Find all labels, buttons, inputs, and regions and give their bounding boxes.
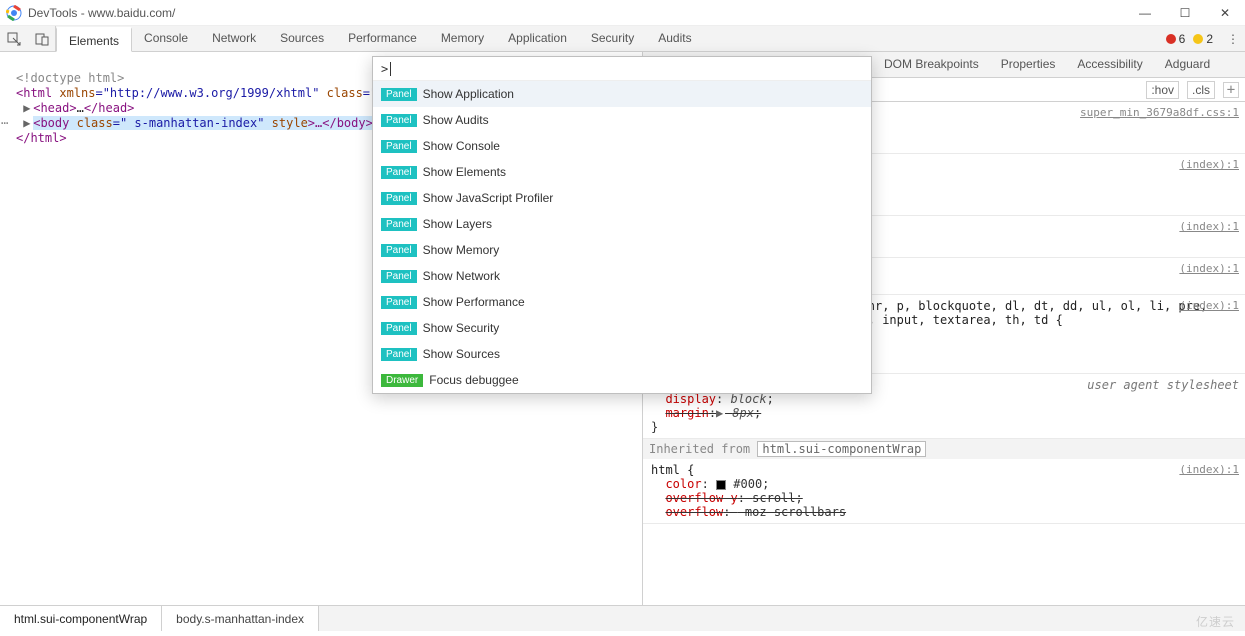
source-link[interactable]: (index):1 xyxy=(1179,220,1239,233)
dom-doctype: <!doctype html> xyxy=(16,71,124,85)
palette-row[interactable]: PanelShow Layers xyxy=(373,211,871,237)
source-link[interactable]: (index):1 xyxy=(1179,158,1239,171)
error-count[interactable]: 6 xyxy=(1166,32,1186,46)
palette-row[interactable]: PanelShow Sources xyxy=(373,341,871,367)
breadcrumb-item[interactable]: html.sui-componentWrap xyxy=(0,606,162,631)
close-button[interactable]: ✕ xyxy=(1205,0,1245,26)
tab-application[interactable]: Application xyxy=(496,26,579,51)
device-toolbar-icon[interactable] xyxy=(28,26,56,52)
title-bar: DevTools - www.baidu.com/ — ☐ ✕ xyxy=(0,0,1245,26)
palette-row[interactable]: PanelShow Network xyxy=(373,263,871,289)
source-link[interactable]: (index):1 xyxy=(1179,262,1239,275)
cls-toggle[interactable]: .cls xyxy=(1187,81,1215,99)
command-input[interactable]: > xyxy=(373,57,871,81)
tab-elements[interactable]: Elements xyxy=(56,27,132,52)
palette-row[interactable]: PanelShow Security xyxy=(373,315,871,341)
hov-toggle[interactable]: :hov xyxy=(1146,81,1179,99)
expand-icon[interactable]: ▶ xyxy=(23,101,31,116)
dom-close-html: </html> xyxy=(16,131,67,145)
user-agent-label: user agent stylesheet xyxy=(1087,378,1239,392)
main-tab-bar: Elements Console Network Sources Perform… xyxy=(0,26,1245,52)
inspect-element-icon[interactable] xyxy=(0,26,28,52)
palette-row[interactable]: PanelShow JavaScript Profiler xyxy=(373,185,871,211)
new-style-rule-button[interactable]: + xyxy=(1223,82,1239,98)
selected-dom-node[interactable]: <body class=" s-manhattan-index" style>…… xyxy=(33,116,373,130)
palette-row[interactable]: PanelShow Elements xyxy=(373,159,871,185)
inherited-from: Inherited from html.sui-componentWrap xyxy=(643,439,1245,459)
source-link[interactable]: super_min_3679a8df.css:1 xyxy=(1080,106,1239,119)
maximize-button[interactable]: ☐ xyxy=(1165,0,1205,26)
tab-console[interactable]: Console xyxy=(132,26,200,51)
more-icon[interactable]: ⋮ xyxy=(1221,26,1245,52)
source-link[interactable]: (index):1 xyxy=(1179,463,1239,476)
palette-row[interactable]: PanelShow Audits xyxy=(373,107,871,133)
tab-network[interactable]: Network xyxy=(200,26,268,51)
palette-row[interactable]: PanelShow Memory xyxy=(373,237,871,263)
tab-accessibility[interactable]: Accessibility xyxy=(1066,52,1153,77)
palette-row[interactable]: DrawerFocus debuggee xyxy=(373,367,871,393)
minimize-button[interactable]: — xyxy=(1125,0,1165,26)
expand-icon[interactable]: ▶ xyxy=(23,116,31,131)
palette-row[interactable]: PanelShow Console xyxy=(373,133,871,159)
color-swatch[interactable] xyxy=(716,480,726,490)
tab-security[interactable]: Security xyxy=(579,26,646,51)
tab-properties[interactable]: Properties xyxy=(990,52,1067,77)
warning-count[interactable]: 2 xyxy=(1193,32,1213,46)
chrome-icon xyxy=(6,5,22,21)
tab-sources[interactable]: Sources xyxy=(268,26,336,51)
rule-selector[interactable]: html { xyxy=(651,463,694,477)
tab-performance[interactable]: Performance xyxy=(336,26,429,51)
command-palette: > PanelShow Application PanelShow Audits… xyxy=(372,56,872,394)
tab-memory[interactable]: Memory xyxy=(429,26,496,51)
palette-row[interactable]: PanelShow Performance xyxy=(373,289,871,315)
tab-dom-breakpoints[interactable]: DOM Breakpoints xyxy=(873,52,990,77)
source-link[interactable]: (index):1 xyxy=(1179,299,1239,312)
breadcrumb-item[interactable]: body.s-manhattan-index xyxy=(162,606,319,631)
selected-line-gutter: ⋯ xyxy=(1,116,7,131)
window-title: DevTools - www.baidu.com/ xyxy=(28,6,175,20)
inherited-link[interactable]: html.sui-componentWrap xyxy=(757,441,926,457)
tab-audits[interactable]: Audits xyxy=(646,26,703,51)
palette-row[interactable]: PanelShow Application xyxy=(373,81,871,107)
tab-adguard[interactable]: Adguard xyxy=(1154,52,1221,77)
breadcrumb: html.sui-componentWrap body.s-manhattan-… xyxy=(0,605,1245,631)
